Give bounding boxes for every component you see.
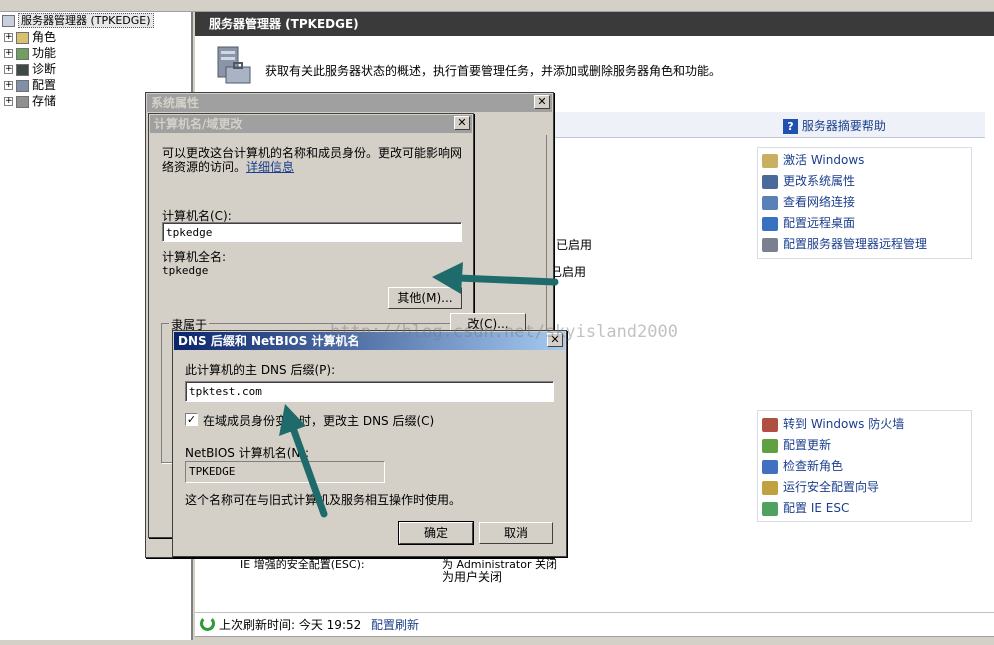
task-label: 转到 Windows 防火墙 xyxy=(783,417,905,431)
task-label: 配置更新 xyxy=(783,438,832,452)
tree-item-diagnostics[interactable]: + 诊断 xyxy=(4,61,56,77)
task-label: 配置远程桌面 xyxy=(783,216,856,230)
tree-item-label: 角色 xyxy=(32,30,57,44)
tree-root-label: 服务器管理器 (TPKEDGE) xyxy=(18,13,154,28)
expand-icon[interactable]: + xyxy=(4,81,13,90)
server-icon xyxy=(217,46,251,84)
tree-item-storage[interactable]: + 存储 xyxy=(4,93,56,109)
ok-button[interactable]: 确定 xyxy=(398,521,474,545)
change-suffix-label-b: 时，更改主 DNS 后缀(C) xyxy=(299,414,435,428)
change-suffix-label: 在域成员身份变 时，更改主 DNS 后缀(C) xyxy=(203,412,434,429)
summary-help-label: 服务器摘要帮助 xyxy=(801,119,886,133)
tree-item-roles[interactable]: + 角色 xyxy=(4,29,56,45)
change-suffix-label-a: 在域成员身份变 xyxy=(203,414,288,428)
bg-enabled-2: 已启用 xyxy=(550,265,587,279)
intro-line-2: 络资源的访问。 xyxy=(162,160,247,174)
expand-icon[interactable]: + xyxy=(4,65,13,74)
system-properties-title: 系统属性 xyxy=(147,94,552,112)
main-header: 服务器管理器 (TPKEDGE) xyxy=(195,12,994,36)
primary-suffix-label: 此计算机的主 DNS 后缀(P): xyxy=(185,363,336,377)
tree-item-label: 功能 xyxy=(32,46,57,60)
task-label: 更改系统属性 xyxy=(783,174,856,188)
primary-suffix-input[interactable]: tpktest.com xyxy=(185,381,554,402)
task-configure-remote-desktop[interactable]: 配置远程桌面 xyxy=(762,214,855,232)
task-windows-firewall[interactable]: 转到 Windows 防火墙 xyxy=(762,415,904,433)
compat-note: 这个名称可在与旧式计算机及服务相互操作时使用。 xyxy=(185,493,462,507)
update-icon xyxy=(762,438,778,453)
summary-help-link[interactable]: ? 服务器摘要帮助 xyxy=(783,117,886,134)
storage-icon xyxy=(16,95,29,108)
task-activate-windows[interactable]: 激活 Windows xyxy=(762,151,864,169)
configure-refresh-link[interactable]: 配置刷新 xyxy=(371,616,419,633)
features-icon xyxy=(16,47,29,60)
computer-icon xyxy=(762,174,778,189)
change-suffix-checkbox[interactable]: ✓ xyxy=(185,413,198,426)
server-manage-icon xyxy=(762,237,778,252)
task-check-new-roles[interactable]: 检查新角色 xyxy=(762,457,843,475)
configuration-icon xyxy=(16,79,29,92)
expand-icon[interactable]: + xyxy=(4,49,13,58)
refresh-icon xyxy=(200,616,215,631)
server-manager-icon xyxy=(2,14,15,27)
other-button[interactable]: 其他(M)... xyxy=(388,287,462,309)
tree-item-label: 存储 xyxy=(32,94,57,108)
cancel-button[interactable]: 取消 xyxy=(479,522,553,544)
task-label: 运行安全配置向导 xyxy=(783,480,880,494)
diagnostics-icon xyxy=(16,63,29,76)
full-name-label: 计算机全名: xyxy=(162,250,227,264)
task-view-network-connections[interactable]: 查看网络连接 xyxy=(762,193,855,211)
netbios-label: NetBIOS 计算机名(N): xyxy=(185,446,310,460)
task-label: 激活 Windows xyxy=(783,153,865,167)
intro-line-1: 可以更改这台计算机的名称和成员身份。更改可能影响网 xyxy=(162,146,463,160)
firewall-icon xyxy=(762,417,778,432)
page-description: 获取有关此服务器状态的概述，执行首要管理任务，并添加或删除服务器角色和功能。 xyxy=(265,64,722,78)
more-info-link[interactable]: 详细信息 xyxy=(246,160,294,174)
computer-name-title: 计算机名/域更改 xyxy=(150,115,472,133)
tree-item-label: 配置 xyxy=(32,78,57,92)
close-button[interactable]: ✕ xyxy=(534,95,550,109)
expand-icon[interactable]: + xyxy=(4,33,13,42)
watermark-text: http://blog.csdn.net/skyisland2000 xyxy=(330,322,678,342)
task-label: 检查新角色 xyxy=(783,459,844,473)
task-configure-remote-management[interactable]: 配置服务器管理器远程管理 xyxy=(762,235,927,253)
tree-root[interactable]: 服务器管理器 (TPKEDGE) xyxy=(2,12,154,28)
summary-header-bar xyxy=(555,112,985,138)
network-icon xyxy=(762,195,778,210)
bottom-scroll-strip xyxy=(195,636,994,645)
key-icon xyxy=(762,153,778,168)
task-configure-ie-esc[interactable]: 配置 IE ESC xyxy=(762,499,849,517)
last-refresh-text: 上次刷新时间: 今天 19:52 xyxy=(219,618,362,632)
refresh-arrows-icon xyxy=(762,459,778,474)
top-toolbar-strip xyxy=(0,0,994,12)
task-configure-updates[interactable]: 配置更新 xyxy=(762,436,831,454)
intro-text: 可以更改这台计算机的名称和成员身份。更改可能影响网 络资源的访问。详细信息 xyxy=(162,146,467,174)
netbios-field: TPKEDGE xyxy=(185,461,385,483)
close-button[interactable]: ✕ xyxy=(454,116,470,130)
security-wizard-icon xyxy=(762,480,778,495)
remote-desktop-icon xyxy=(762,216,778,231)
task-label: 查看网络连接 xyxy=(783,195,856,209)
bg-ie-esc-label: IE 增强的安全配置(ESC): xyxy=(240,558,365,571)
task-security-config-wizard[interactable]: 运行安全配置向导 xyxy=(762,478,879,496)
bg-user-off: 为用户关闭 xyxy=(442,570,503,584)
roles-icon xyxy=(16,31,29,44)
tree-item-features[interactable]: + 功能 xyxy=(4,45,56,61)
expand-icon[interactable]: + xyxy=(4,97,13,106)
ie-esc-icon xyxy=(762,501,778,516)
computer-name-input[interactable]: tpkedge xyxy=(162,222,462,242)
dns-suffix-dialog: DNS 后缀和 NetBIOS 计算机名 ✕ 此计算机的主 DNS 后缀(P):… xyxy=(172,330,567,557)
tree-item-configuration[interactable]: + 配置 xyxy=(4,77,56,93)
bg-enabled-1: 已启用 xyxy=(556,238,593,252)
task-label: 配置服务器管理器远程管理 xyxy=(783,237,928,251)
task-change-system-properties[interactable]: 更改系统属性 xyxy=(762,172,855,190)
task-label: 配置 IE ESC xyxy=(783,501,850,515)
full-name-value: tpkedge xyxy=(162,264,209,277)
help-icon: ? xyxy=(783,119,798,134)
tree-item-label: 诊断 xyxy=(32,62,57,76)
